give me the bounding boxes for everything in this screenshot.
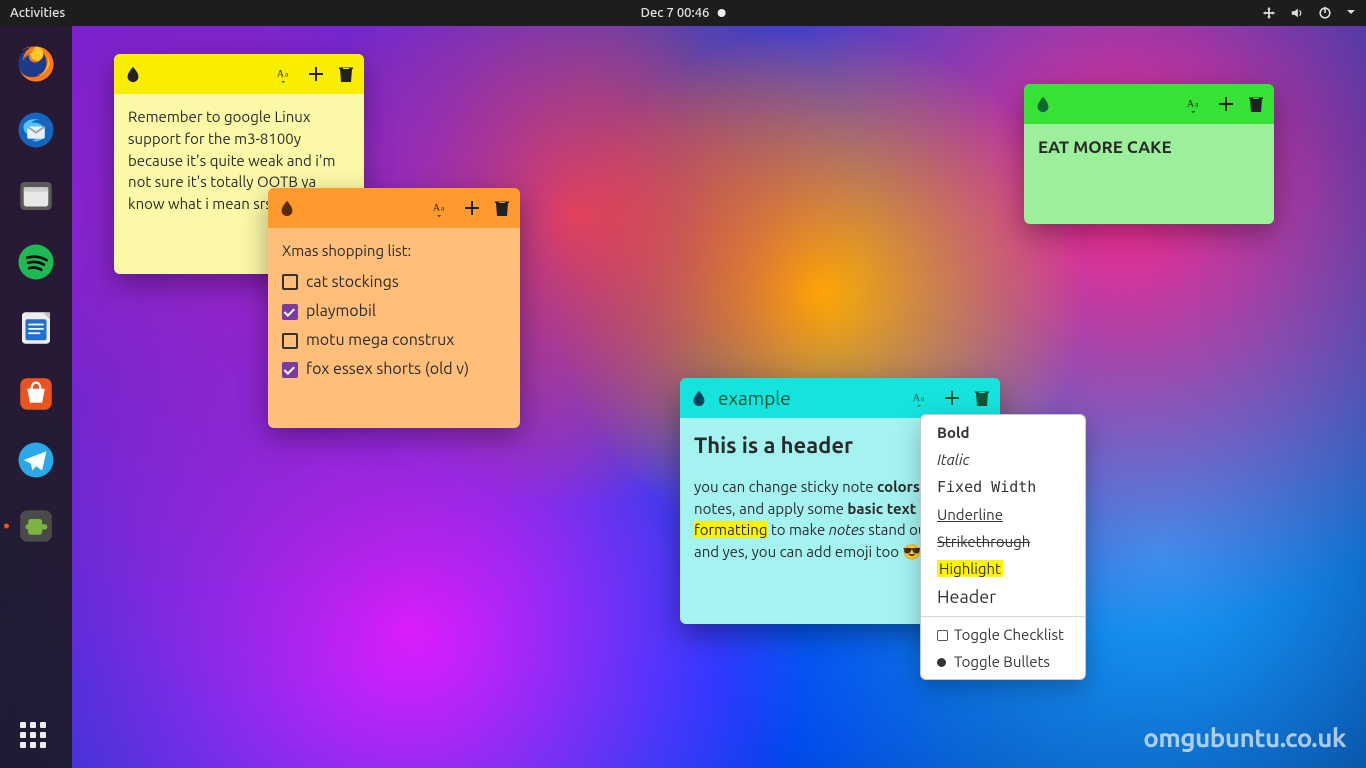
font-format-button[interactable]: Aa <box>276 65 294 83</box>
menu-toggle-bullets[interactable]: Toggle Bullets <box>921 648 1085 675</box>
font-format-button[interactable]: Aa <box>912 389 930 407</box>
checklist-item[interactable]: fox essex shorts (old v) <box>282 355 506 384</box>
clock-area[interactable]: Dec 7 00:46 <box>641 6 726 20</box>
dock-spotify[interactable] <box>12 238 60 286</box>
menu-italic[interactable]: Italic <box>921 446 1085 473</box>
color-drop-icon[interactable] <box>124 65 142 83</box>
note-header[interactable]: Aa <box>1024 84 1274 124</box>
svg-text:A: A <box>433 203 441 214</box>
dock <box>0 26 72 768</box>
dnd-indicator-icon <box>717 9 725 17</box>
top-bar: Activities Dec 7 00:46 <box>0 0 1366 26</box>
checklist-label: fox essex shorts (old v) <box>306 358 469 381</box>
dock-extensions[interactable] <box>12 502 60 550</box>
note-header[interactable]: Aa <box>268 188 520 228</box>
add-note-button[interactable] <box>944 390 960 406</box>
add-note-button[interactable] <box>308 66 324 82</box>
watermark: omgubuntu.co.uk <box>1143 723 1346 752</box>
svg-text:a: a <box>1195 101 1199 109</box>
note-title: example <box>718 387 791 409</box>
add-note-button[interactable] <box>464 200 480 216</box>
dock-firefox[interactable] <box>12 40 60 88</box>
color-drop-icon[interactable] <box>690 389 708 407</box>
network-icon <box>1262 6 1276 20</box>
font-format-button[interactable]: Aa <box>432 199 450 217</box>
svg-text:A: A <box>913 393 921 404</box>
delete-note-button[interactable] <box>494 199 510 217</box>
running-indicator-icon <box>4 524 9 529</box>
system-tray[interactable] <box>1262 6 1356 20</box>
checkbox[interactable] <box>282 304 298 320</box>
sticky-note-orange[interactable]: Aa Xmas shopping list: cat stockings pla… <box>268 188 520 428</box>
svg-text:A: A <box>277 69 285 80</box>
checkbox-icon <box>937 630 948 641</box>
delete-note-button[interactable] <box>974 389 990 407</box>
svg-text:a: a <box>441 205 445 213</box>
clock-label: Dec 7 00:46 <box>641 6 710 20</box>
checklist-item[interactable]: cat stockings <box>282 268 506 297</box>
checklist-title: Xmas shopping list: <box>282 240 506 262</box>
activities-button[interactable]: Activities <box>10 6 65 20</box>
menu-header[interactable]: Header <box>921 582 1085 612</box>
menu-strike[interactable]: Strikethrough <box>921 528 1085 555</box>
checklist-label: playmobil <box>306 300 376 323</box>
note-header[interactable]: example Aa <box>680 378 1000 418</box>
note-header[interactable]: Aa <box>114 54 364 94</box>
checkbox[interactable] <box>282 333 298 349</box>
chevron-down-icon <box>1346 6 1356 20</box>
format-menu[interactable]: Bold Italic Fixed Width Underline Strike… <box>920 414 1086 680</box>
checklist-item[interactable]: motu mega construx <box>282 326 506 355</box>
color-drop-icon[interactable] <box>278 199 296 217</box>
svg-text:A: A <box>1187 99 1195 110</box>
dock-thunderbird[interactable] <box>12 106 60 154</box>
svg-text:a: a <box>285 71 289 79</box>
menu-highlight[interactable]: Highlight <box>921 555 1085 582</box>
menu-bold[interactable]: Bold <box>921 419 1085 446</box>
font-format-button[interactable]: Aa <box>1186 95 1204 113</box>
checkbox[interactable] <box>282 274 298 290</box>
dock-ubuntu-software[interactable] <box>12 370 60 418</box>
delete-note-button[interactable] <box>1248 95 1264 113</box>
bullet-icon <box>937 658 946 667</box>
dock-libreoffice-writer[interactable] <box>12 304 60 352</box>
color-drop-icon[interactable] <box>1034 95 1052 113</box>
menu-underline[interactable]: Underline <box>921 501 1085 528</box>
delete-note-button[interactable] <box>338 65 354 83</box>
volume-icon <box>1290 6 1304 20</box>
dock-telegram[interactable] <box>12 436 60 484</box>
menu-separator <box>921 616 1085 617</box>
power-icon <box>1318 6 1332 20</box>
svg-text:a: a <box>921 395 925 403</box>
dock-files[interactable] <box>12 172 60 220</box>
sticky-note-green[interactable]: Aa EAT MORE CAKE <box>1024 84 1274 224</box>
note-body[interactable]: Xmas shopping list: cat stockings playmo… <box>268 228 520 403</box>
checklist-label: motu mega construx <box>306 329 454 352</box>
show-applications-button[interactable] <box>20 722 52 754</box>
checklist-item[interactable]: playmobil <box>282 297 506 326</box>
checklist-label: cat stockings <box>306 271 399 294</box>
note-body[interactable]: EAT MORE CAKE <box>1024 124 1274 179</box>
checkbox[interactable] <box>282 362 298 378</box>
menu-fixed[interactable]: Fixed Width <box>921 473 1085 501</box>
menu-toggle-checklist[interactable]: Toggle Checklist <box>921 621 1085 648</box>
add-note-button[interactable] <box>1218 96 1234 112</box>
